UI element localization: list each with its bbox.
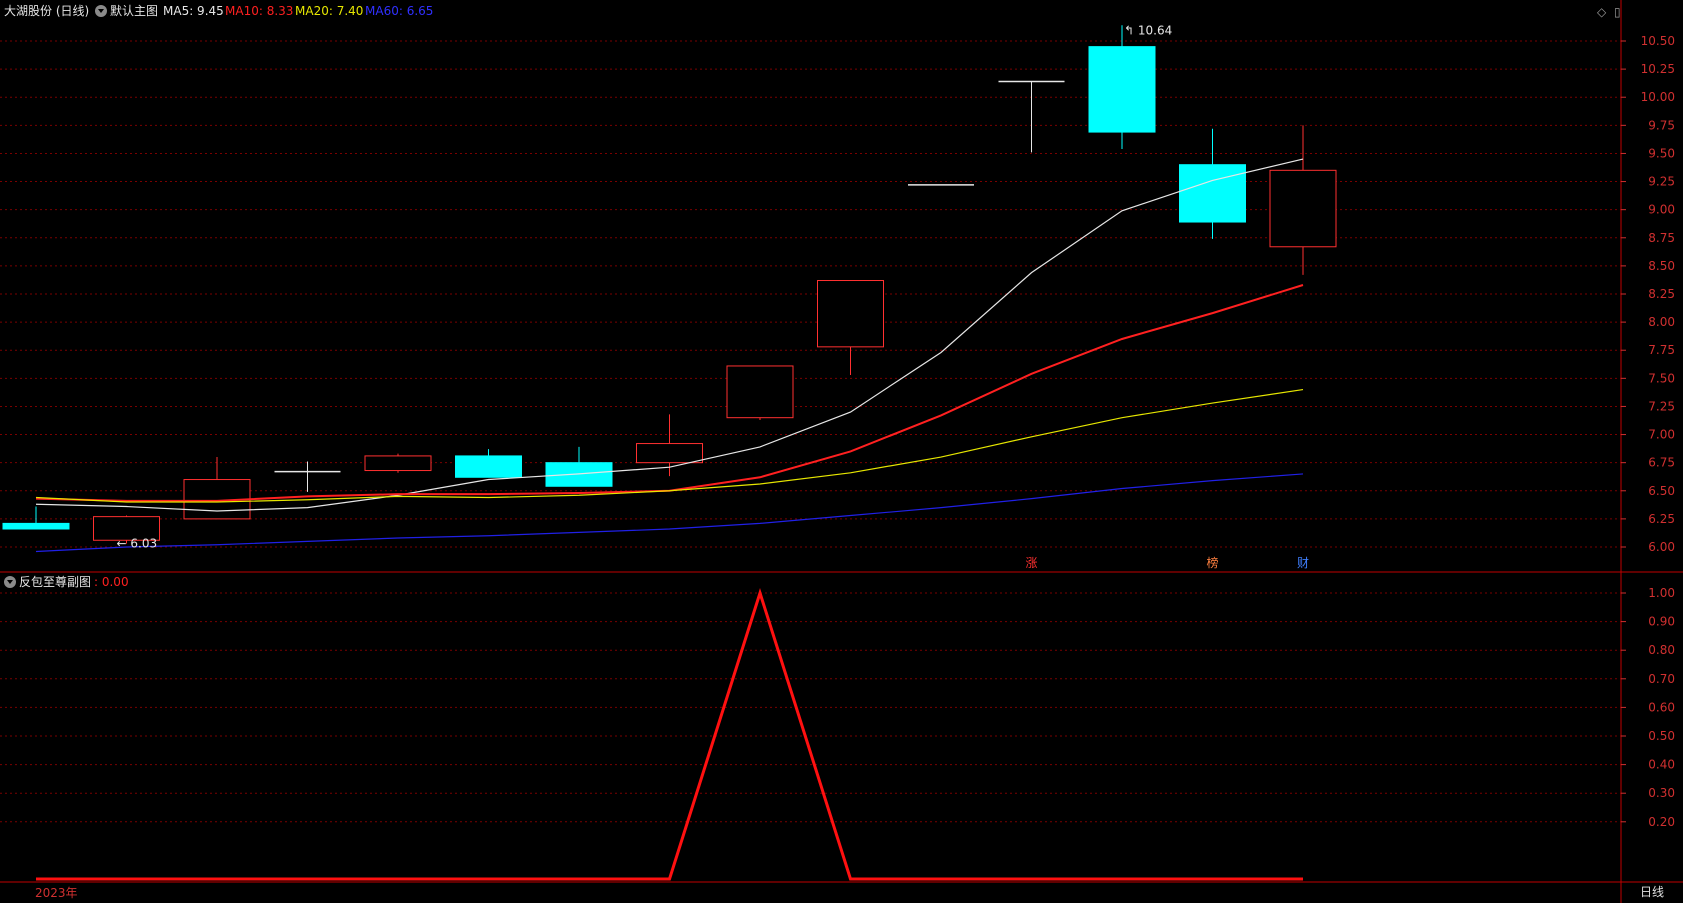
y-tick-label: 8.25	[1648, 287, 1675, 301]
y-tick-label: 1.00	[1648, 586, 1675, 600]
event-tag: 财	[1297, 556, 1309, 570]
y-tick-label: 0.50	[1648, 729, 1675, 743]
y-tick-label: 7.25	[1648, 399, 1675, 413]
y-tick-label: 8.00	[1648, 315, 1675, 329]
y-tick-label: 0.30	[1648, 786, 1675, 800]
period-label[interactable]: 日线	[1621, 882, 1683, 902]
candle-body	[726, 365, 794, 419]
candle-body	[2, 522, 70, 530]
y-axis: 10.50 10.25 10.00 9.75 9.50 9.25 9.00 8.75 8.50 8…	[1621, 34, 1675, 829]
y-tick-label: 9.50	[1648, 146, 1675, 160]
candle-body	[636, 443, 703, 464]
y-tick-label: 0.60	[1648, 700, 1675, 714]
high-price-marker: ↰ 10.64	[1124, 23, 1172, 37]
grid	[0, 40, 1621, 823]
year-label: 2023年	[35, 886, 78, 900]
y-tick-label: 0.80	[1648, 643, 1675, 657]
y-tick-label: 6.50	[1648, 484, 1675, 498]
y-tick-label: 7.50	[1648, 371, 1675, 385]
y-tick-label: 8.75	[1648, 231, 1675, 245]
frame	[0, 0, 1683, 903]
y-tick-label: 9.00	[1648, 203, 1675, 217]
low-price-marker: ← 6.03	[117, 537, 158, 551]
y-tick-label: 9.25	[1648, 175, 1675, 189]
event-tag: 榜	[1206, 555, 1218, 570]
y-tick-label: 7.00	[1648, 428, 1675, 442]
y-tick-label: 9.75	[1648, 118, 1675, 132]
candle-body	[364, 455, 432, 472]
y-tick-label: 0.40	[1648, 758, 1675, 772]
y-tick-label: 0.20	[1648, 815, 1675, 829]
y-tick-label: 7.75	[1648, 343, 1675, 357]
y-tick-label: 0.70	[1648, 672, 1675, 686]
y-tick-label: 0.90	[1648, 615, 1675, 629]
candle-body	[1269, 169, 1337, 248]
candle-body	[455, 455, 522, 478]
candles	[2, 25, 1337, 544]
y-tick-label: 6.75	[1648, 456, 1675, 470]
candle-body	[1179, 164, 1246, 223]
event-tag: 涨	[1025, 555, 1037, 570]
candle-body	[817, 280, 884, 348]
y-tick-label: 10.00	[1641, 90, 1675, 104]
event-tags: 涨榜财	[1025, 555, 1309, 570]
chart-canvas[interactable]: 10.50 10.25 10.00 9.75 9.50 9.25 9.00 8.75 8.50 8…	[0, 0, 1683, 903]
candle-body	[1088, 46, 1156, 133]
y-tick-label: 10.25	[1641, 62, 1675, 76]
y-tick-label: 6.25	[1648, 512, 1675, 526]
y-tick-label: 8.50	[1648, 259, 1675, 273]
y-tick-label: 10.50	[1641, 34, 1675, 48]
y-tick-label: 6.00	[1648, 540, 1675, 554]
